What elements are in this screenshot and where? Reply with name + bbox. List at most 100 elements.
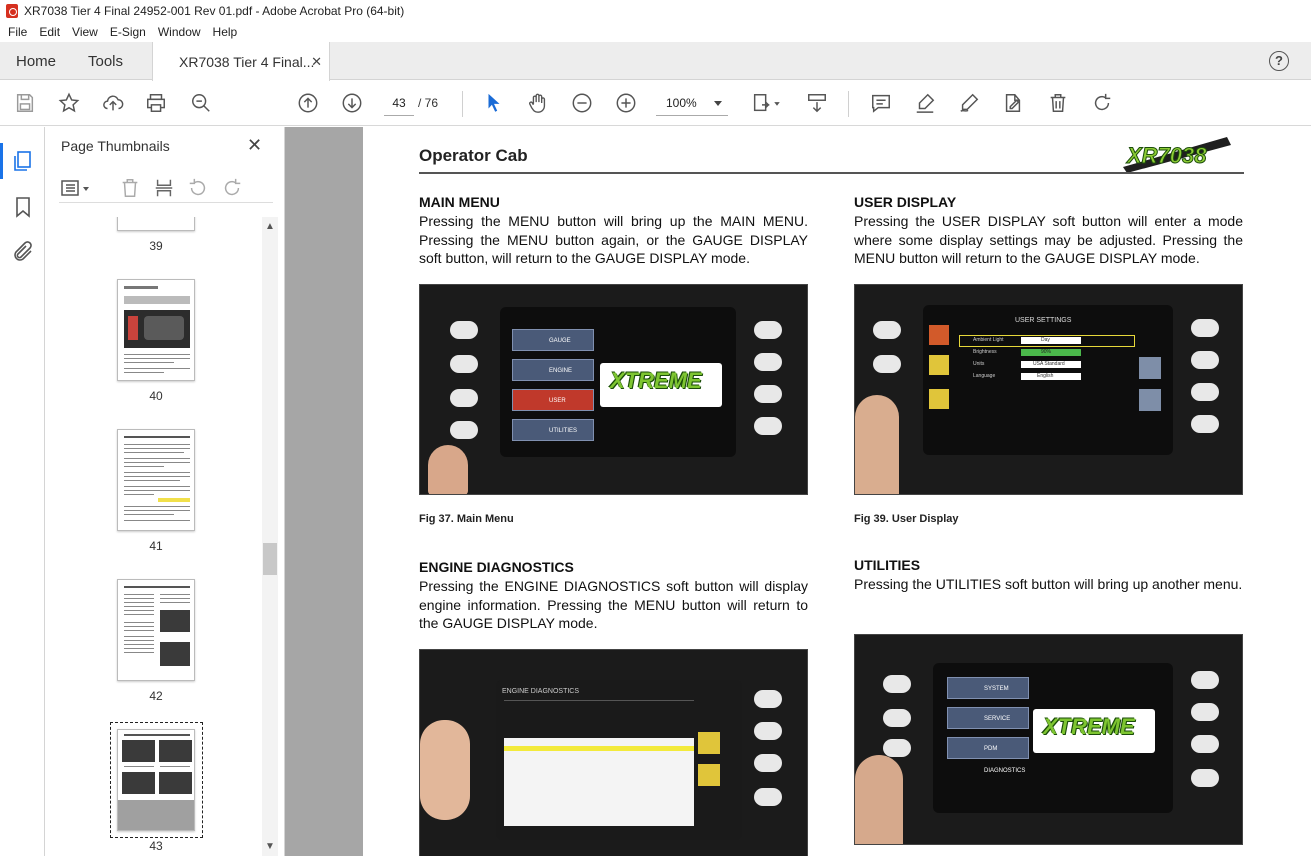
figure-user-display: USER SETTINGS Ambient Light Day Brightne…	[854, 284, 1243, 495]
options-menu-icon[interactable]	[61, 177, 93, 199]
finger-photo	[855, 395, 899, 494]
attachments-icon[interactable]	[11, 240, 35, 264]
help-icon[interactable]: ?	[1269, 51, 1289, 71]
zoom-search-icon[interactable]	[189, 91, 213, 115]
thumbnail-page-41[interactable]	[117, 429, 195, 531]
thumbnail-label: 40	[149, 389, 163, 403]
figure-engine-diagnostics: ENGINE DIAGNOSTICS	[419, 649, 808, 856]
rotate-cw-icon[interactable]	[221, 177, 243, 199]
tab-row: Home Tools XR7038 Tier 4 Final... ✕ ?	[0, 42, 1311, 81]
menu-esign[interactable]: E-Sign	[104, 25, 152, 39]
caption-fig-37: Fig 37. Main Menu	[419, 513, 514, 525]
body-user-display: Pressing the USER DISPLAY soft button wi…	[854, 213, 1243, 266]
thumbnail-page-42[interactable]	[117, 579, 195, 681]
menu-file[interactable]: File	[2, 25, 33, 39]
heading-utilities: UTILITIES	[854, 557, 921, 573]
hand-tool-icon[interactable]	[526, 91, 550, 115]
heading-user-display: USER DISPLAY	[854, 194, 957, 210]
delete-page-icon[interactable]	[119, 177, 141, 199]
zoom-select[interactable]: 100%	[656, 90, 728, 116]
rotate-icon[interactable]	[1090, 91, 1114, 115]
thumbnail-label: 39	[149, 239, 163, 253]
upload-cloud-icon[interactable]	[101, 91, 125, 115]
document-viewer[interactable]: Operator Cab XR7038 MAIN MENU Pressing t…	[285, 127, 1311, 856]
caption-fig-39: Fig 39. User Display	[854, 513, 959, 525]
zoom-out-icon[interactable]	[570, 91, 594, 115]
window-title: XR7038 Tier 4 Final 24952-001 Rev 01.pdf…	[24, 4, 405, 18]
scroll-thumb[interactable]	[263, 543, 277, 575]
page-number-input[interactable]: 43	[384, 90, 414, 116]
thumbnails-panel: Page Thumbnails ✕ 39 40 41 42 43 ▲ ▼	[45, 127, 285, 856]
title-rule	[419, 172, 1244, 174]
scroll-mode-icon[interactable]	[805, 91, 829, 115]
logo-text: XR7038	[1125, 143, 1207, 168]
page-thumbnails-icon[interactable]	[0, 143, 35, 179]
page-title: Operator Cab	[419, 146, 528, 165]
draw-sign-icon[interactable]	[957, 91, 981, 115]
xtreme-logo: XTREME	[600, 363, 722, 407]
chevron-down-icon	[714, 101, 722, 106]
screen-menu-item: USER SETTINGS	[512, 389, 594, 426]
heading-engine-diagnostics: ENGINE DIAGNOSTICS	[419, 559, 574, 575]
page-fit-icon[interactable]	[750, 91, 774, 115]
thumbnail-page-43[interactable]	[117, 729, 195, 831]
zoom-value: 100%	[666, 96, 697, 110]
screen-menu-item: UTILITIES	[512, 419, 594, 441]
comment-icon[interactable]	[869, 91, 893, 115]
page-down-icon[interactable]	[340, 91, 364, 115]
heading-main-menu: MAIN MENU	[419, 194, 500, 210]
close-panel-icon[interactable]: ✕	[247, 135, 262, 156]
thumbnail-label: 41	[149, 539, 163, 553]
panel-title: Page Thumbnails	[61, 138, 170, 154]
tab-tools[interactable]: Tools	[88, 42, 123, 80]
body-engine-diagnostics: Pressing the ENGINE DIAGNOSTICS soft but…	[419, 578, 808, 631]
finger-photo	[420, 720, 470, 820]
acrobat-icon	[6, 4, 18, 18]
pdf-page: Operator Cab XR7038 MAIN MENU Pressing t…	[363, 127, 1311, 856]
bookmarks-icon[interactable]	[11, 195, 35, 219]
figure-utilities: SYSTEM SETTINGS SERVICE REMINDERS PDM DI…	[854, 634, 1243, 845]
menu-view[interactable]: View	[66, 25, 104, 39]
screen-menu-item: GAUGE DISPLAY	[512, 329, 594, 366]
body-utilities: Pressing the UTILITIES soft button will …	[854, 576, 1243, 592]
thumbnail-label: 43	[149, 839, 163, 853]
menu-window[interactable]: Window	[152, 25, 207, 39]
edit-pdf-icon[interactable]	[1001, 91, 1025, 115]
page-fit-caret-icon[interactable]	[772, 91, 782, 115]
thumbnail-label: 42	[149, 689, 163, 703]
select-cursor-icon[interactable]	[482, 91, 506, 115]
screen-menu-item: SERVICE REMINDERS	[947, 707, 1029, 744]
bookmark-star-icon[interactable]	[57, 91, 81, 115]
thumbnail-scrollbar[interactable]: ▲ ▼	[262, 217, 278, 856]
user-settings-title: USER SETTINGS	[1015, 317, 1072, 324]
nav-rail	[0, 127, 45, 856]
xr7038-logo: XR7038	[1123, 137, 1231, 173]
zoom-in-icon[interactable]	[614, 91, 638, 115]
rotate-ccw-icon[interactable]	[187, 177, 209, 199]
save-icon[interactable]	[13, 91, 37, 115]
menu-edit[interactable]: Edit	[33, 25, 66, 39]
extract-page-icon[interactable]	[153, 177, 175, 199]
delete-trash-icon[interactable]	[1046, 91, 1070, 115]
tab-document-label: XR7038 Tier 4 Final...	[179, 53, 315, 70]
page-total: / 76	[418, 96, 439, 110]
body-main-menu: Pressing the MENU button will bring up t…	[419, 213, 808, 266]
thumbnail-page-40[interactable]	[117, 279, 195, 381]
tab-document[interactable]: XR7038 Tier 4 Final... ✕	[152, 42, 330, 81]
page-up-icon[interactable]	[296, 91, 320, 115]
thumbnail-list: 39 40 41 42 43	[45, 217, 265, 856]
xtreme-logo: XTREME	[1033, 709, 1155, 753]
scroll-down-icon[interactable]: ▼	[265, 841, 275, 852]
tab-home[interactable]: Home	[16, 42, 56, 80]
print-icon[interactable]	[144, 91, 168, 115]
finger-photo	[855, 755, 903, 844]
figure-main-menu: GAUGE DISPLAY ENGINE DIAGNOSTICS USER SE…	[419, 284, 808, 495]
panel-toolbar	[59, 175, 273, 203]
menu-bar: File Edit View E-Sign Window Help	[0, 22, 1311, 42]
menu-help[interactable]: Help	[207, 25, 244, 39]
highlight-pen-icon[interactable]	[913, 91, 937, 115]
scroll-up-icon[interactable]: ▲	[265, 221, 275, 232]
screen-menu-item: ENGINE DIAGNOSTICS	[512, 359, 594, 396]
close-tab-icon[interactable]: ✕	[311, 54, 322, 70]
thumbnail-page-39[interactable]	[117, 217, 195, 231]
